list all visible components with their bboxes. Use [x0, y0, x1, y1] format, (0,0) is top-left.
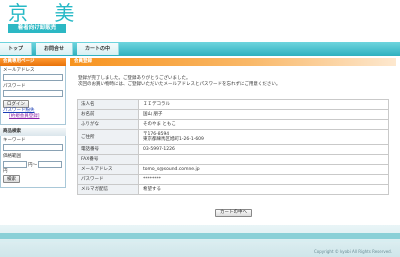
completion-message: 登録が完了しました。ご登録ありがとうございました。 次回のお買い物時には、ご登録…	[78, 76, 396, 88]
nav-tab-cart[interactable]: カートの中	[77, 43, 120, 55]
row-value	[138, 154, 389, 165]
row-value: 〒176-8594 東京都練馬区旭町1-26-1-609	[138, 129, 389, 145]
table-row: ご住所 〒176-8594 東京都練馬区旭町1-26-1-609	[77, 129, 389, 145]
product-search-panel: キーワード 価格範囲 円〜 円 検索	[0, 136, 66, 188]
keyword-input[interactable]	[3, 144, 63, 151]
row-label: ふりがな	[77, 119, 139, 130]
table-row: パスワード ********	[77, 174, 389, 185]
row-value: そのやま ともこ	[138, 119, 389, 130]
row-value: 国山 朋子	[138, 109, 389, 120]
login-button[interactable]: ログイン	[3, 100, 29, 108]
row-value: 03-5997-1226	[138, 144, 389, 155]
site-footer: Copyright © kyobi All Rights Reserved.	[0, 225, 400, 257]
nav-tab-contact[interactable]: お問合せ	[36, 43, 74, 55]
go-to-cart-button[interactable]: カートの中へ	[215, 209, 252, 217]
table-row: ふりがな そのやま ともこ	[77, 119, 389, 130]
email-field[interactable]	[3, 74, 63, 81]
price-max-input[interactable]	[38, 161, 62, 168]
nav-tab-top[interactable]: トップ	[0, 43, 33, 55]
search-button[interactable]: 検索	[3, 175, 20, 183]
page-title: 会員登録	[70, 58, 396, 66]
row-label: 電話番号	[77, 144, 139, 155]
row-label: メールアドレス	[77, 164, 139, 175]
product-search-title: 商品検索	[0, 128, 66, 136]
table-row: 電話番号 03-5997-1226	[77, 144, 389, 155]
sidebar: 会員専用ページ メールアドレス パスワード ログイン パスワード紛失 [約規会員…	[0, 58, 66, 198]
table-row: メールアドレス tomo_s@sound.comne.jp	[77, 164, 389, 175]
row-label: ご住所	[77, 129, 139, 145]
street-address: 東京都練馬区旭町1-26-1-609	[143, 137, 204, 142]
row-label: お名前	[77, 109, 139, 120]
table-row: お名前 国山 朋子	[77, 109, 389, 120]
site-header: 京 美 着者向け卸販売	[0, 0, 400, 36]
footer-stripe-light	[0, 240, 400, 242]
main-content: 会員登録 登録が完了しました。ご登録ありがとうございました。 次回のお買い物時に…	[70, 58, 396, 195]
row-value: ＩＩデコラル	[138, 99, 389, 110]
message-line-2: 次回のお買い物時には、ご登録いただいたメールアドレスとパスワードを忘れずにご用意…	[78, 82, 281, 87]
price-separator: 円〜	[28, 162, 37, 168]
row-label: 法人名	[77, 99, 139, 110]
registration-info-table: 法人名 ＩＩデコラル お名前 国山 朋子 ふりがな そのやま ともこ ご住所 〒…	[77, 99, 389, 195]
site-logo[interactable]: 京 美	[8, 2, 84, 24]
row-value: ********	[138, 174, 389, 185]
member-login-panel: メールアドレス パスワード ログイン パスワード紛失 [約規会員登録]	[0, 66, 66, 125]
password-field[interactable]	[3, 90, 63, 97]
row-value: tomo_s@sound.comne.jp	[138, 164, 389, 175]
site-logo-subtitle: 着者向け卸販売	[8, 24, 66, 33]
row-label: メルマガ配信	[77, 184, 139, 195]
copyright-text: Copyright © kyobi All Rights Reserved.	[313, 249, 392, 254]
table-row: メルマガ配信 希望する	[77, 184, 389, 195]
row-value: 希望する	[138, 184, 389, 195]
global-nav: トップ お問合せ カートの中	[0, 42, 400, 56]
footer-stripe	[0, 233, 400, 239]
row-label: FAX番号	[77, 154, 139, 165]
table-row: 法人名 ＩＩデコラル	[77, 99, 389, 110]
member-panel-title: 会員専用ページ	[0, 58, 66, 66]
table-row: FAX番号	[77, 154, 389, 165]
register-link[interactable]: [約規会員登録]	[3, 114, 63, 120]
row-label: パスワード	[77, 174, 139, 185]
price-range-label: 価格範囲	[3, 154, 21, 159]
price-min-input[interactable]	[3, 161, 27, 168]
